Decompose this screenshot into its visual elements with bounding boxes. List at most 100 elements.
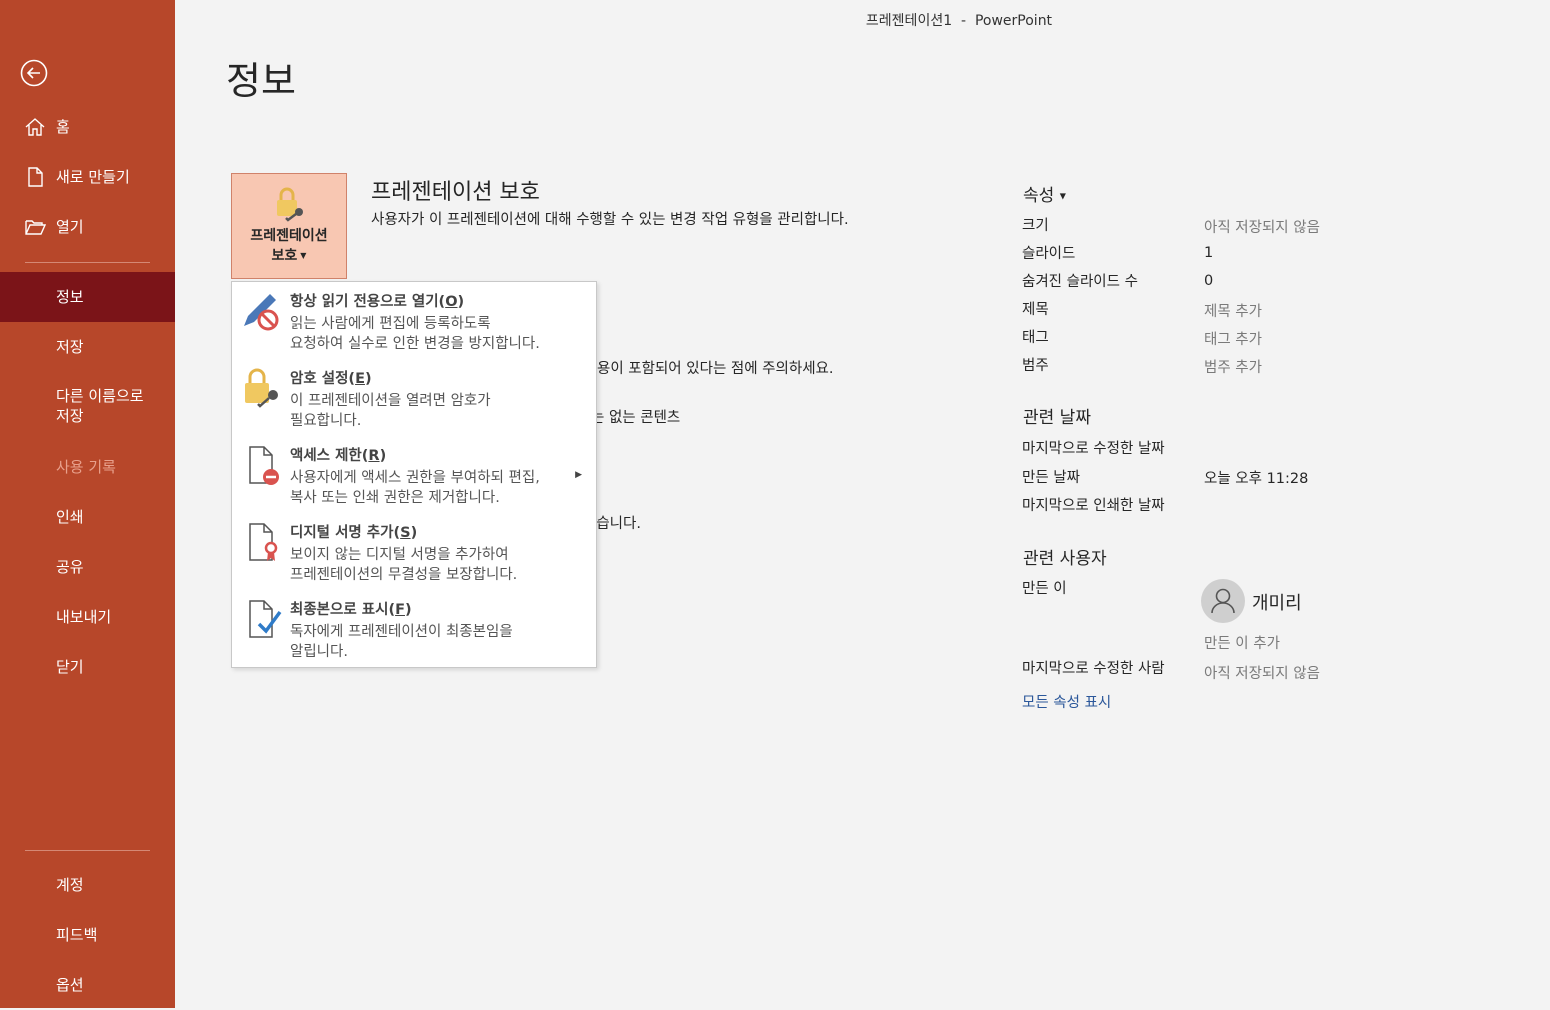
nav-export-label: 내보내기 [56,608,112,626]
prop-hidden-slides-label: 숨겨진 슬라이드 수 [1022,274,1138,290]
nav-save-as-line2: 저장 [56,407,84,425]
nav-close-label: 닫기 [56,658,84,676]
menu-item-title-text: 디지털 서명 추가 [290,525,394,541]
menu-item-accesskey: R [368,448,380,464]
menu-item-title: 디지털 서명 추가(S) [290,525,418,541]
menu-item-title-text: 액세스 제한 [290,448,362,464]
nav-divider [25,262,150,263]
created-value: 오늘 오후 11:28 [1204,471,1309,487]
menu-item-desc-line1: 사용자에게 액세스 권한을 부여하되 편집, [290,470,540,486]
nav-open[interactable]: 열기 [0,202,175,252]
protect-button-line2: 보호 [271,248,298,264]
author-name: 개미리 [1252,593,1302,614]
nav-save[interactable]: 저장 [0,322,175,372]
prop-size-label: 크기 [1022,218,1049,234]
nav-home-label: 홈 [56,118,70,136]
prop-hidden-slides-value: 0 [1204,273,1214,289]
menu-item-description: 이 프레젠테이션을 열려면 암호가필요합니다. [290,391,580,431]
protect-presentation-button[interactable]: 프레젠테이션 보호 ▼ [231,173,347,279]
menu-mark-as-final[interactable]: 최종본으로 표시(F) 독자에게 프레젠테이션이 최종본임을 알립니다. [232,590,596,666]
menu-add-digital-signature[interactable]: 디지털 서명 추가(S) 보이지 않는 디지털 서명을 추가하여프레젠테이션의 … [232,513,596,589]
menu-restrict-access[interactable]: 액세스 제한(R) 사용자에게 액세스 권한을 부여하되 편집, 복사 또는 인쇄… [232,436,596,512]
menu-item-accesskey: S [400,525,411,541]
menu-item-description: 보이지 않는 디지털 서명을 추가하여프레젠테이션의 무결성을 보장합니다. [290,545,580,585]
nav-save-label: 저장 [56,338,84,356]
menu-item-desc-line2: 알립니다. [290,644,348,660]
add-author-link[interactable]: 만든 이 추가 [1204,632,1280,653]
page-title: 정보 [226,59,296,103]
nav-save-as-line1: 다른 이름으로 [56,387,144,405]
last-modified-by-label: 마지막으로 수정한 사람 [1022,661,1165,677]
prop-category-value[interactable]: 범주 추가 [1204,356,1262,377]
protect-button-label: 프레젠테이션 보호 ▼ [232,226,346,266]
menu-item-accesskey: O [445,294,458,310]
new-document-icon [24,166,46,188]
prop-size-value: 아직 저장되지 않음 [1204,220,1320,236]
related-people-header: 관련 사용자 [1023,549,1107,569]
nav-home[interactable]: 홈 [0,102,175,152]
prop-tags-value[interactable]: 태그 추가 [1204,328,1262,349]
menu-item-desc-line1: 독자에게 프레젠테이션이 최종본임을 [290,624,513,640]
nav-feedback-label: 피드백 [56,926,98,944]
nav-history: 사용 기록 [0,442,175,492]
chevron-down-icon: ▼ [1059,191,1066,201]
nav-options-label: 옵션 [56,976,84,994]
menu-item-title: 암호 설정(E) [290,371,372,387]
menu-encrypt-password[interactable]: 암호 설정(E) 이 프레젠테이션을 열려면 암호가필요합니다. [232,359,596,435]
document-ribbon-icon [249,523,278,561]
prop-title-value[interactable]: 제목 추가 [1204,300,1262,321]
properties-header[interactable]: 속성 ▼ [1023,181,1066,206]
nav-open-label: 열기 [56,218,84,236]
nav-close[interactable]: 닫기 [0,642,175,692]
back-arrow-icon[interactable] [20,59,48,87]
home-icon [24,116,46,138]
prop-title-label: 제목 [1022,302,1049,318]
window-title: 프레젠테이션1 - PowerPoint [865,13,1053,29]
nav-options[interactable]: 옵션 [0,960,175,1010]
nav-history-label: 사용 기록 [56,458,116,476]
pencil-no-icon [244,294,279,331]
nav-new-label: 새로 만들기 [56,168,130,186]
last-modified-by-value: 아직 저장되지 않음 [1204,666,1320,682]
menu-item-desc-line1: 읽는 사람에게 편집에 등록하도록 [290,316,491,332]
menu-item-title-text: 암호 설정 [290,371,349,387]
nav-save-as-label: 다른 이름으로 저장 [56,386,144,426]
backstage-sidebar: 홈 새로 만들기 열기 정보 저장 다른 이름으로 저장 사용 기록 인쇄 공유… [0,0,175,1008]
chevron-down-icon: ▼ [300,251,307,260]
last-modified-label: 마지막으로 수정한 날짜 [1022,441,1165,457]
menu-item-description: 독자에게 프레젠테이션이 최종본임을알립니다. [290,622,580,662]
created-label: 만든 날짜 [1022,470,1080,486]
author-label: 만든 이 [1022,581,1067,597]
menu-item-desc-line1: 이 프레젠테이션을 열려면 암호가 [290,393,491,409]
nav-divider-bottom [25,850,150,851]
menu-item-desc-line2: 필요합니다. [290,413,362,429]
show-all-properties-link[interactable]: 모든 속성 표시 [1022,691,1111,712]
protect-button-line1: 프레젠테이션 [250,228,328,244]
menu-item-title-text: 항상 읽기 전용으로 열기 [290,294,439,310]
menu-item-title: 항상 읽기 전용으로 열기(O) [290,294,465,310]
lock-key-icon [277,187,303,222]
nav-share[interactable]: 공유 [0,542,175,592]
nav-share-label: 공유 [56,558,84,576]
nav-feedback[interactable]: 피드백 [0,910,175,960]
menu-item-accesskey: E [355,371,365,387]
nav-print[interactable]: 인쇄 [0,492,175,542]
prop-slides-value: 1 [1204,245,1214,261]
nav-account[interactable]: 계정 [0,860,175,910]
menu-item-desc-line2: 프레젠테이션의 무결성을 보장합니다. [290,567,518,583]
menu-always-read-only[interactable]: 항상 읽기 전용으로 열기(O) 읽는 사람에게 편집에 등록하도록 요청하여 실… [232,282,596,358]
document-restrict-icon [249,446,279,485]
person-icon [1211,588,1235,614]
nav-export[interactable]: 내보내기 [0,592,175,642]
menu-item-desc-line1: 보이지 않는 디지털 서명을 추가하여 [290,547,509,563]
nav-info[interactable]: 정보 [0,272,175,322]
nav-save-as[interactable]: 다른 이름으로 저장 [0,382,175,432]
folder-open-icon [24,216,46,238]
prop-category-label: 범주 [1022,358,1049,374]
menu-item-title-text: 최종본으로 표시 [290,602,389,618]
menu-item-description: 사용자에게 액세스 권한을 부여하되 편집, 복사 또는 인쇄 권한은 제거합니다… [290,468,580,508]
menu-item-title: 액세스 제한(R) [290,448,387,464]
nav-new[interactable]: 새로 만들기 [0,152,175,202]
avatar[interactable] [1201,579,1245,623]
lock-key-icon [245,368,278,408]
